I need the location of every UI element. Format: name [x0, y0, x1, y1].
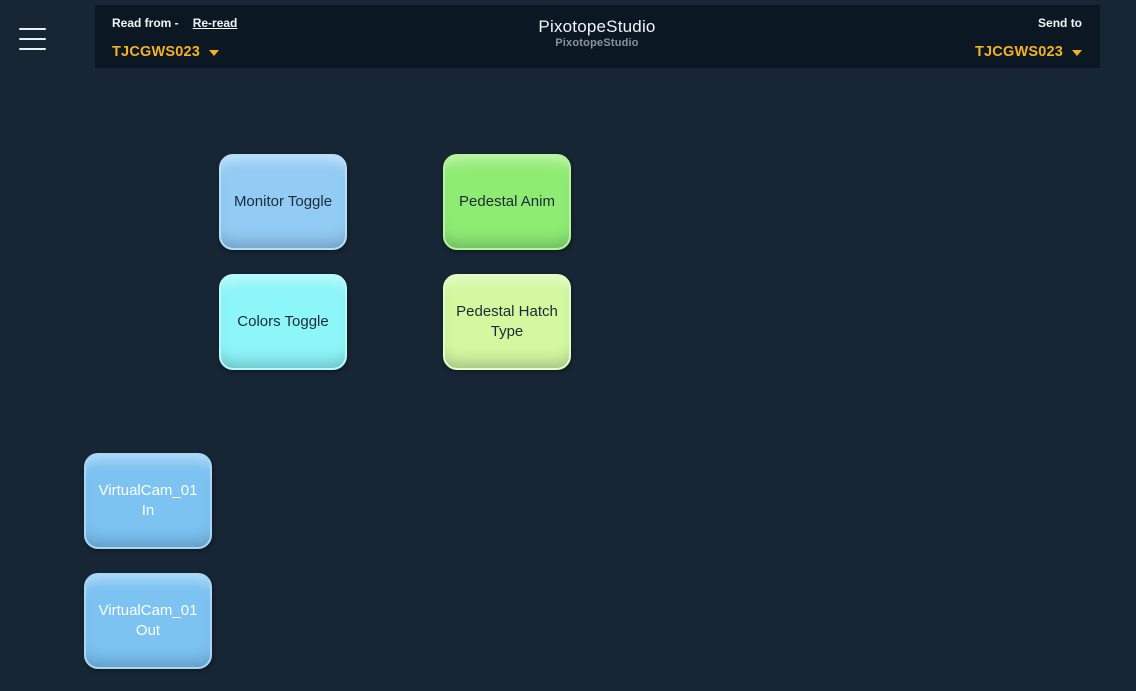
menu-button[interactable] — [19, 24, 49, 54]
chevron-down-icon — [209, 50, 219, 56]
read-from-host-dropdown[interactable]: TJCGWS023 — [112, 44, 219, 60]
header-left: Read from - Re-read TJCGWS023 — [112, 16, 538, 60]
chevron-down-icon — [1072, 50, 1082, 56]
header-bar: Read from - Re-read TJCGWS023 PixotopeSt… — [95, 5, 1100, 68]
header-center: PixotopeStudio PixotopeStudio — [538, 16, 655, 60]
button-virtualcam-01-out[interactable]: VirtualCam_01 Out — [84, 573, 212, 669]
button-virtualcam-01-in[interactable]: VirtualCam_01 In — [84, 453, 212, 549]
button-monitor-toggle[interactable]: Monitor Toggle — [219, 154, 347, 250]
page-title: PixotopeStudio — [538, 17, 655, 37]
button-pedestal-anim[interactable]: Pedestal Anim — [443, 154, 571, 250]
send-to-label: Send to — [1038, 16, 1082, 30]
read-from-label: Read from - — [112, 16, 179, 30]
hamburger-icon — [19, 28, 49, 50]
read-from-host-value: TJCGWS023 — [112, 44, 200, 60]
header-right: Send to TJCGWS023 — [656, 16, 1082, 60]
send-to-host-dropdown[interactable]: TJCGWS023 — [975, 44, 1082, 60]
send-to-host-value: TJCGWS023 — [975, 44, 1063, 60]
page-subtitle: PixotopeStudio — [555, 37, 638, 49]
reread-link[interactable]: Re-read — [193, 16, 238, 30]
button-colors-toggle[interactable]: Colors Toggle — [219, 274, 347, 370]
button-pedestal-hatch-type[interactable]: Pedestal Hatch Type — [443, 274, 571, 370]
read-from-row: Read from - Re-read — [112, 16, 237, 30]
app-root: { "menu": { "icon": "hamburger-icon" }, … — [0, 0, 1136, 691]
